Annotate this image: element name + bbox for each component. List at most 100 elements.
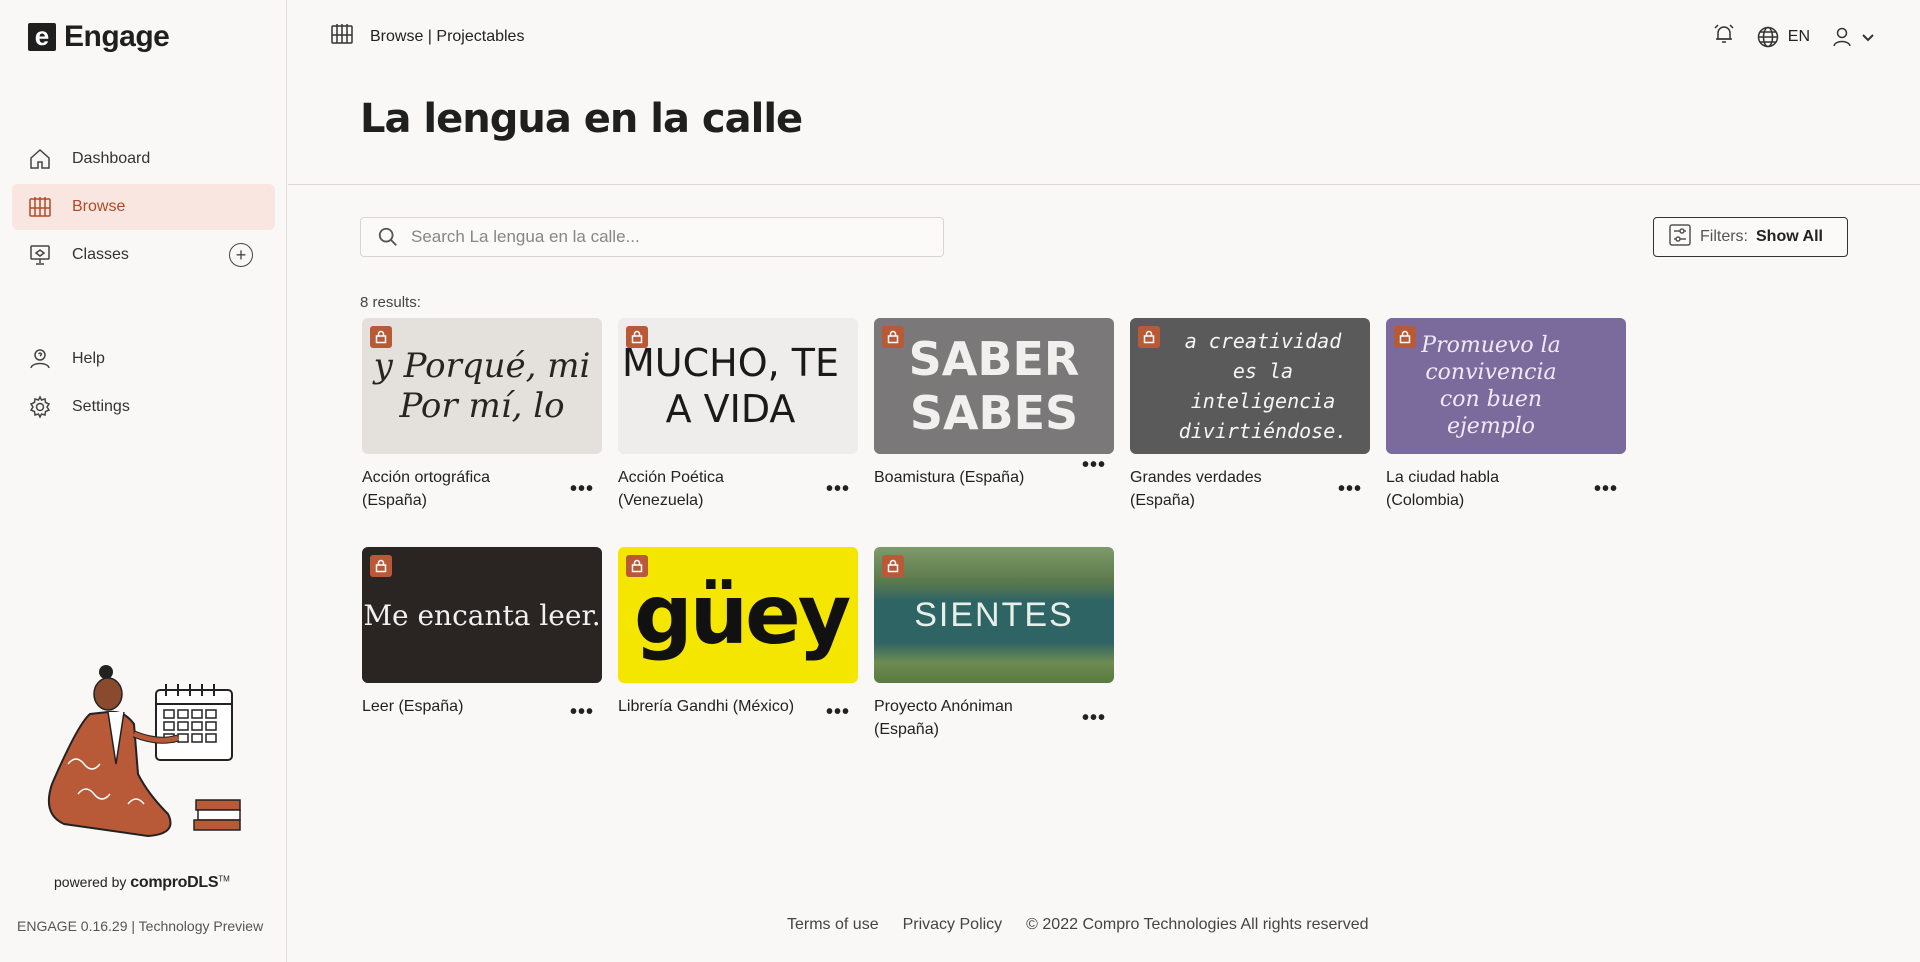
more-options-button[interactable]: •••	[826, 702, 850, 722]
lock-icon	[882, 326, 904, 348]
copyright: © 2022 Compro Technologies All rights re…	[1026, 916, 1369, 933]
chevron-down-icon	[1862, 33, 1874, 41]
card-item[interactable]: güey Librería Gandhi (México) •••	[618, 547, 858, 722]
teacher-illustration	[38, 664, 248, 844]
lock-icon	[370, 555, 392, 577]
sidebar-item-label: Browse	[72, 198, 126, 215]
secondary-nav: Help Settings	[12, 336, 275, 432]
filters-button[interactable]: Filters: Show All	[1653, 217, 1848, 257]
user-menu[interactable]	[1830, 25, 1876, 49]
logo-mark: e	[28, 23, 56, 51]
sidebar-item-label: Settings	[72, 398, 130, 415]
search-input[interactable]	[411, 227, 931, 247]
card-thumbnail[interactable]: a creatividad es la inteligencia divirti…	[1130, 318, 1370, 454]
more-options-button[interactable]: •••	[570, 702, 594, 722]
filters-value: Show All	[1756, 228, 1823, 245]
sidebar-item-settings[interactable]: Settings	[12, 384, 275, 430]
powered-brand: comproDLS	[130, 874, 219, 891]
sidebar-item-browse[interactable]: Browse	[12, 184, 275, 230]
more-options-button[interactable]: •••	[570, 479, 594, 499]
page-title: La lengua en la calle	[360, 96, 803, 142]
thumbnail-graffiti: y Porqué, mi Por mí, lo	[373, 346, 591, 426]
app-name: Engage	[64, 20, 170, 53]
topbar: Browse | Projectables EN	[288, 0, 1920, 70]
sidebar-item-dashboard[interactable]: Dashboard	[12, 136, 275, 182]
breadcrumb: Browse | Projectables	[330, 22, 524, 51]
card-title[interactable]: Acción ortográfica (España)	[362, 466, 552, 512]
card-thumbnail[interactable]: MUCHO, TE A VIDA	[618, 318, 858, 454]
thumbnail-graffiti: SABER SABES	[908, 332, 1080, 440]
version-label: ENGAGE 0.16.29 | Technology Preview	[17, 918, 264, 934]
user-icon	[1833, 27, 1851, 46]
card-title[interactable]: Leer (España)	[362, 695, 552, 718]
sidebar-item-label: Help	[72, 350, 105, 367]
filters-label: Filters:	[1700, 228, 1748, 245]
powered-by: powered by comproDLSTM	[54, 874, 230, 892]
thumbnail-graffiti: Me encanta leer.	[363, 598, 601, 632]
sidebar-item-label: Dashboard	[72, 150, 151, 167]
home-icon	[28, 147, 52, 171]
lock-icon	[626, 555, 648, 577]
classes-icon	[28, 243, 52, 267]
card-item[interactable]: Me encanta leer. Leer (España) •••	[362, 547, 602, 722]
card-title[interactable]: La ciudad habla (Colombia)	[1386, 466, 1576, 512]
search-box[interactable]	[360, 217, 944, 257]
topbar-actions: EN	[1712, 22, 1876, 51]
sidebar: e Engage Dashboard Browse Classes + Help…	[0, 0, 287, 962]
card-thumbnail[interactable]: güey	[618, 547, 858, 683]
privacy-link[interactable]: Privacy Policy	[903, 916, 1003, 934]
lock-icon	[370, 326, 392, 348]
filter-icon	[1668, 223, 1692, 252]
card-title[interactable]: Grandes verdades (España)	[1130, 466, 1320, 512]
lock-icon	[626, 326, 648, 348]
card-title[interactable]: Boamistura (España)	[874, 466, 1064, 489]
browse-icon	[28, 195, 52, 219]
browse-icon	[330, 22, 354, 51]
card-thumbnail[interactable]: Me encanta leer.	[362, 547, 602, 683]
card-item[interactable]: MUCHO, TE A VIDA Acción Poética (Venezue…	[618, 318, 858, 512]
card-thumbnail[interactable]: SIENTES	[874, 547, 1114, 683]
more-options-button[interactable]: •••	[1082, 708, 1106, 728]
thumbnail-graffiti: Promuevo la convivencia con buen ejemplo	[1421, 333, 1561, 439]
search-icon	[378, 227, 397, 246]
terms-link[interactable]: Terms of use	[787, 916, 879, 934]
card-item[interactable]: Promuevo la convivencia con buen ejemplo…	[1386, 318, 1626, 512]
add-class-button[interactable]: +	[229, 243, 253, 267]
thumbnail-graffiti: MUCHO, TE A VIDA	[622, 341, 839, 431]
language-selector[interactable]: EN	[1756, 25, 1810, 49]
card-title[interactable]: Proyecto Anóniman (España)	[874, 695, 1064, 741]
trademark: TM	[218, 874, 230, 884]
sidebar-item-help[interactable]: Help	[12, 336, 275, 382]
card-item[interactable]: y Porqué, mi Por mí, lo Acción ortográfi…	[362, 318, 602, 512]
more-options-button[interactable]: •••	[1082, 455, 1106, 475]
gear-icon	[28, 395, 52, 419]
card-title[interactable]: Librería Gandhi (México)	[618, 695, 808, 718]
lock-icon	[1394, 326, 1416, 348]
card-thumbnail[interactable]: Promuevo la convivencia con buen ejemplo	[1386, 318, 1626, 454]
card-title[interactable]: Acción Poética (Venezuela)	[618, 466, 808, 512]
alarm-icon[interactable]	[1712, 22, 1736, 51]
more-options-button[interactable]: •••	[1338, 479, 1362, 499]
breadcrumb-text[interactable]: Browse | Projectables	[370, 28, 524, 46]
main-nav: Dashboard Browse Classes +	[12, 136, 275, 280]
more-options-button[interactable]: •••	[1594, 479, 1618, 499]
card-thumbnail[interactable]: y Porqué, mi Por mí, lo	[362, 318, 602, 454]
more-options-button[interactable]: •••	[826, 479, 850, 499]
language-code: EN	[1787, 27, 1810, 45]
powered-prefix: powered by	[54, 874, 127, 890]
globe-icon	[1757, 26, 1779, 47]
thumbnail-graffiti: SIENTES	[914, 595, 1074, 634]
lock-icon	[1138, 326, 1160, 348]
results-count: 8 results:	[360, 294, 421, 311]
help-icon	[28, 347, 52, 371]
card-item[interactable]: SIENTES Proyecto Anóniman (España) •••	[874, 547, 1114, 741]
card-thumbnail[interactable]: SABER SABES	[874, 318, 1114, 454]
footer: Terms of use Privacy Policy © 2022 Compr…	[787, 916, 1369, 934]
thumbnail-graffiti: a creatividad es la inteligencia divirti…	[1178, 329, 1348, 443]
lock-icon	[882, 555, 904, 577]
sidebar-item-classes[interactable]: Classes +	[12, 232, 275, 278]
card-item[interactable]: a creatividad es la inteligencia divirti…	[1130, 318, 1370, 512]
card-item[interactable]: SABER SABES Boamistura (España) •••	[874, 318, 1114, 489]
page-header: La lengua en la calle	[288, 70, 1920, 185]
app-logo[interactable]: e Engage	[28, 20, 170, 54]
